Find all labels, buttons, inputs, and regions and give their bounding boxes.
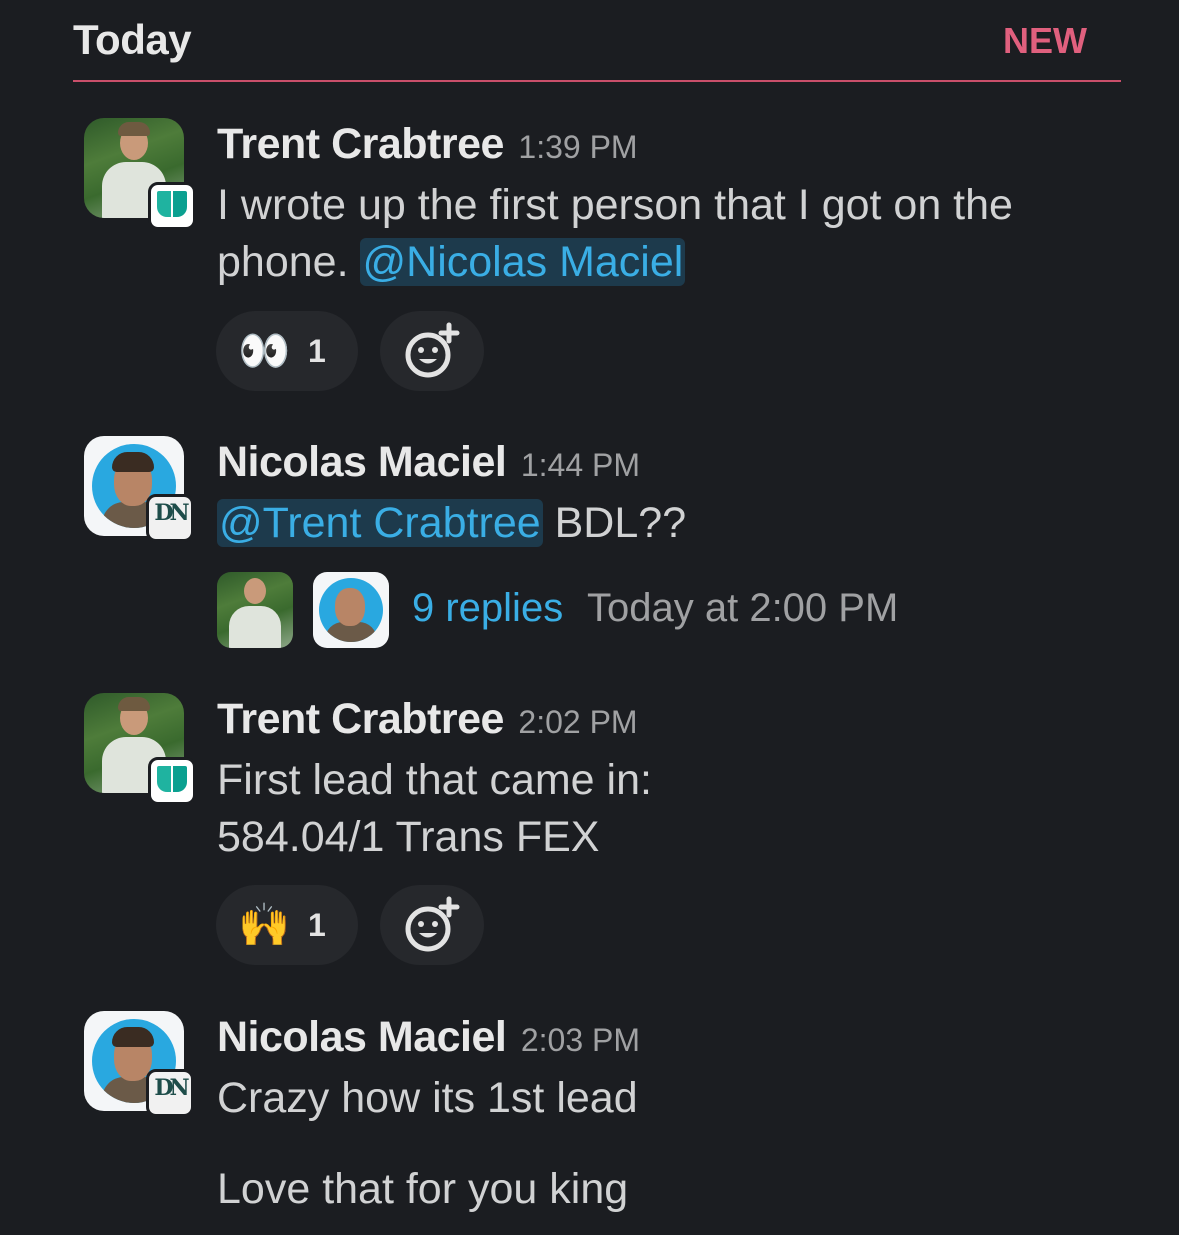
author-name[interactable]: Trent Crabtree: [217, 120, 504, 168]
message-timestamp[interactable]: 2:02 PM: [518, 704, 637, 740]
reaction-count: 1: [308, 333, 326, 369]
workspace-logo-icon: DN: [146, 494, 194, 542]
day-divider: Today NEW: [73, 14, 1121, 82]
add-reaction-icon: [405, 896, 460, 952]
message-text: I wrote up the first person that I got o…: [217, 181, 1013, 286]
add-reaction-button[interactable]: [380, 885, 484, 965]
message-text: @Trent Crabtree BDL??: [217, 499, 687, 547]
workspace-badge-icon: [148, 757, 196, 805]
eyes-emoji-icon: 👀: [238, 327, 291, 374]
thread-replies-link[interactable]: 9 replies: [412, 586, 563, 631]
author-name[interactable]: Trent Crabtree: [217, 695, 504, 743]
add-reaction-button[interactable]: [380, 311, 484, 391]
reaction-count: 1: [308, 907, 326, 943]
thread-participant-avatar: [217, 572, 293, 648]
message-text: Crazy how its 1st lead Love that for you…: [217, 1074, 638, 1213]
thread-participant-avatar: [313, 572, 389, 648]
reaction-eyes[interactable]: 👀 1: [216, 311, 358, 391]
author-name[interactable]: Nicolas Maciel: [217, 438, 507, 486]
day-label[interactable]: Today: [73, 16, 192, 64]
author-name[interactable]: Nicolas Maciel: [217, 1013, 507, 1061]
reaction-raised-hands[interactable]: 🙌 1: [216, 885, 358, 965]
user-mention[interactable]: @Nicolas Maciel: [360, 238, 686, 286]
new-messages-label: NEW: [1003, 20, 1087, 61]
workspace-badge-icon: [148, 182, 196, 230]
message-timestamp[interactable]: 1:39 PM: [518, 129, 637, 165]
workspace-logo-icon: DN: [146, 1069, 194, 1117]
message-timestamp[interactable]: 2:03 PM: [521, 1022, 640, 1058]
message-timestamp[interactable]: 1:44 PM: [521, 447, 640, 483]
add-reaction-icon: [405, 322, 460, 378]
raised-hands-emoji-icon: 🙌: [238, 901, 291, 948]
message-text: First lead that came in: 584.04/1 Trans …: [217, 756, 652, 861]
user-mention[interactable]: @Trent Crabtree: [217, 499, 543, 547]
thread-last-reply-time: Today at 2:00 PM: [587, 586, 899, 630]
